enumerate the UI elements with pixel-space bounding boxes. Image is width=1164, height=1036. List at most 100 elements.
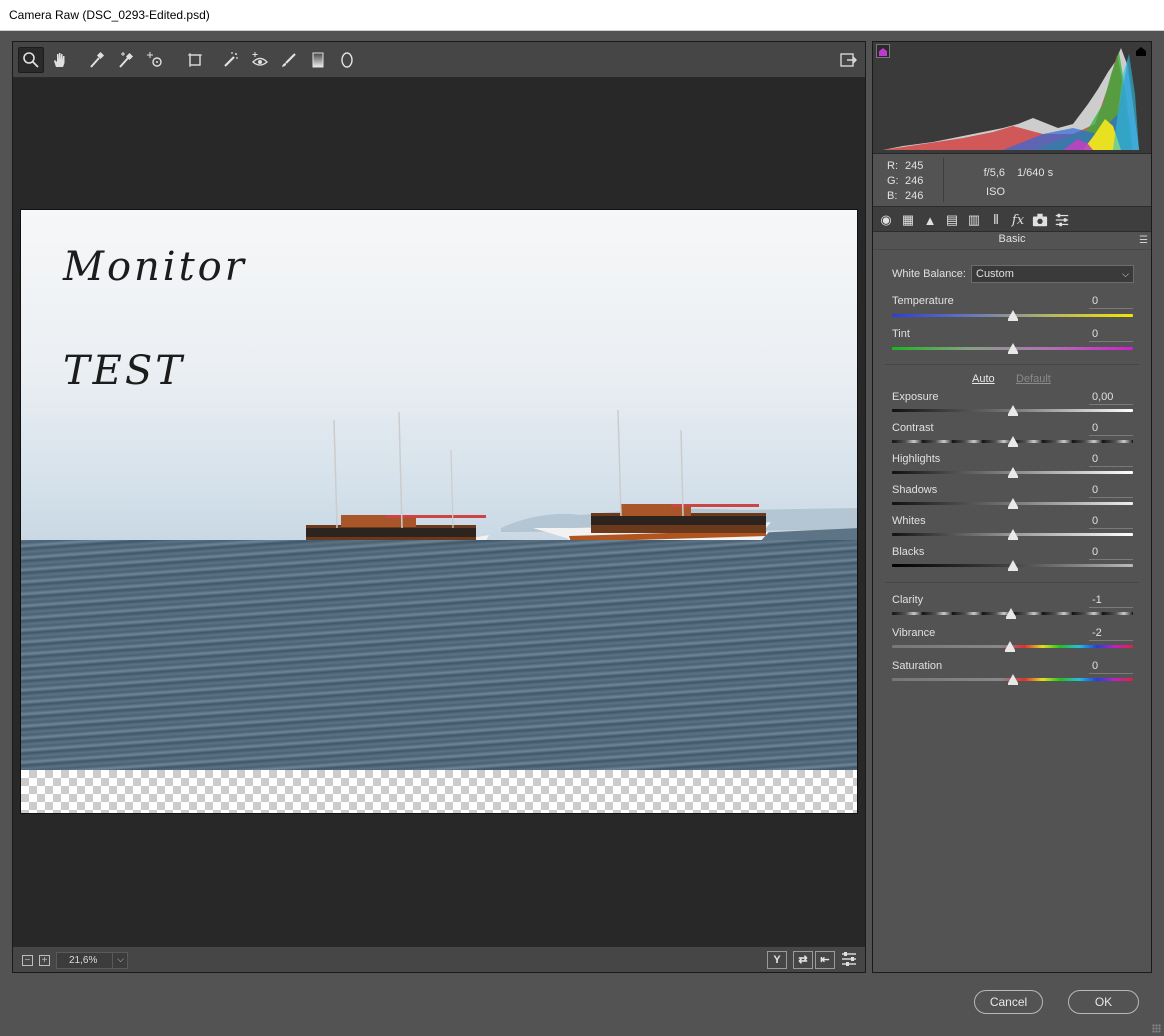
resize-grip-icon[interactable]: [1152, 1024, 1161, 1033]
aperture-icon: ◉: [880, 212, 892, 227]
panel-tabs: ◉ ▦ ▲ ▤ ▥ ⦀ fx: [873, 206, 1151, 232]
shutter-value: 1/640 s: [1017, 167, 1054, 179]
graduated-filter-tool[interactable]: [305, 47, 331, 73]
rgb-readout: R: 245 G: 246 B: 246: [887, 159, 923, 204]
white-balance-tool[interactable]: [84, 47, 110, 73]
swap-settings-button[interactable]: ⇄: [793, 951, 813, 969]
whites-thumb[interactable]: [1007, 529, 1018, 540]
camera-icon: [1032, 213, 1048, 227]
before-after-view-button[interactable]: Y: [767, 951, 787, 969]
transparency-area: [21, 770, 857, 813]
zoom-level-value: 21,6%: [69, 955, 98, 966]
targeted-adjustment-tool[interactable]: [142, 47, 168, 73]
temperature-value[interactable]: 0: [1089, 295, 1133, 309]
transform-tool[interactable]: [182, 47, 208, 73]
view-settings-button[interactable]: [837, 947, 861, 971]
tint-value[interactable]: 0: [1089, 328, 1133, 342]
sliders-icon: [842, 952, 856, 966]
mountain-icon: ▲: [923, 212, 937, 228]
tab-split-toning[interactable]: ▥: [964, 210, 984, 230]
saturation-value[interactable]: 0: [1089, 660, 1133, 674]
shadows-value[interactable]: 0: [1089, 484, 1133, 498]
tab-basic[interactable]: ◉: [876, 210, 896, 230]
section-title: Basic: [873, 233, 1151, 250]
boat-right: [533, 409, 771, 552]
adjustments-panel: R:245 G:246 B:246 f/5,61/640 s ISO 10018…: [872, 41, 1152, 973]
copy-settings-button[interactable]: ⇤: [815, 951, 835, 969]
fx-icon: fx: [1011, 212, 1025, 228]
tab-tone-curve[interactable]: ▦: [898, 210, 918, 230]
contrast-thumb[interactable]: [1007, 436, 1018, 447]
image-text-test: TEST: [63, 348, 185, 394]
tab-hsl[interactable]: ▤: [942, 210, 962, 230]
tab-lens[interactable]: ⦀: [986, 210, 1006, 230]
spot-removal-icon: [224, 52, 238, 67]
saturation-label: Saturation: [892, 660, 943, 672]
shadows-thumb[interactable]: [1007, 498, 1018, 509]
zoom-tool[interactable]: [18, 47, 44, 73]
b-label: B:: [887, 190, 898, 202]
tool-bar: [13, 42, 865, 78]
highlights-label: Highlights: [892, 453, 941, 465]
tab-calibration[interactable]: [1030, 210, 1050, 230]
split-toning-icon: ▥: [967, 212, 981, 227]
adjustment-brush-tool[interactable]: [276, 47, 302, 73]
image-preview[interactable]: Monitor TEST: [20, 209, 858, 814]
window-title: Camera Raw (DSC_0293-Edited.psd): [9, 8, 210, 22]
blacks-thumb[interactable]: [1007, 560, 1018, 571]
contrast-value[interactable]: 0: [1089, 422, 1133, 436]
whites-label: Whites: [892, 515, 926, 527]
saturation-thumb[interactable]: [1007, 674, 1018, 685]
panel-menu-icon[interactable]: ☰: [1139, 236, 1148, 246]
zoom-dropdown-arrow[interactable]: ⌵: [112, 952, 128, 969]
white-balance-label: White Balance:: [892, 268, 966, 280]
clarity-label: Clarity: [892, 594, 924, 606]
tint-thumb[interactable]: [1007, 343, 1018, 354]
exposure-thumb[interactable]: [1007, 405, 1018, 416]
radial-filter-tool[interactable]: [334, 47, 360, 73]
default-link[interactable]: Default: [1016, 373, 1051, 385]
cancel-button[interactable]: Cancel: [974, 990, 1043, 1014]
zoom-out-button[interactable]: −: [22, 955, 33, 966]
red-eye-tool[interactable]: [247, 47, 273, 73]
histogram-graph: [883, 48, 1139, 150]
swap-icon: ⇄: [798, 954, 808, 966]
transform-icon: [188, 53, 202, 67]
hand-tool[interactable]: [47, 47, 73, 73]
clarity-value[interactable]: -1: [1089, 594, 1133, 608]
r-label: R:: [887, 160, 898, 172]
highlights-value[interactable]: 0: [1089, 453, 1133, 467]
preferences-button[interactable]: [835, 47, 861, 73]
whites-value[interactable]: 0: [1089, 515, 1133, 529]
temperature-label: Temperature: [892, 295, 954, 307]
vibrance-label: Vibrance: [892, 627, 936, 639]
grid-icon: ▦: [901, 212, 915, 227]
ok-button[interactable]: OK: [1068, 990, 1139, 1014]
color-sampler-tool[interactable]: [113, 47, 139, 73]
white-balance-value: Custom: [976, 268, 1014, 280]
r-value: 245: [905, 160, 924, 172]
red-eye-icon: [252, 52, 268, 66]
clarity-thumb[interactable]: [1006, 608, 1017, 619]
vibrance-thumb[interactable]: [1005, 641, 1016, 652]
temperature-thumb[interactable]: [1007, 310, 1018, 321]
vibrance-value[interactable]: -2: [1089, 627, 1133, 641]
chevron-down-icon: ⌵: [1122, 269, 1129, 279]
tab-presets[interactable]: [1052, 210, 1072, 230]
color-sampler-icon: [119, 52, 134, 68]
exposure-value[interactable]: 0,00: [1089, 391, 1133, 405]
zoom-in-button[interactable]: +: [39, 955, 50, 966]
lens-icon: ⦀: [993, 212, 999, 227]
highlights-thumb[interactable]: [1007, 467, 1018, 478]
tab-effects[interactable]: fx: [1008, 210, 1028, 230]
presets-sliders-icon: [1055, 213, 1069, 227]
blacks-value[interactable]: 0: [1089, 546, 1133, 560]
tint-label: Tint: [892, 328, 910, 340]
auto-link[interactable]: Auto: [972, 373, 995, 385]
spot-removal-tool[interactable]: [218, 47, 244, 73]
title-bar: Camera Raw (DSC_0293-Edited.psd): [0, 0, 1164, 31]
contrast-label: Contrast: [892, 422, 934, 434]
white-balance-select[interactable]: Custom ⌵: [971, 265, 1134, 283]
b-value: 246: [905, 190, 924, 202]
tab-detail[interactable]: ▲: [920, 210, 940, 230]
